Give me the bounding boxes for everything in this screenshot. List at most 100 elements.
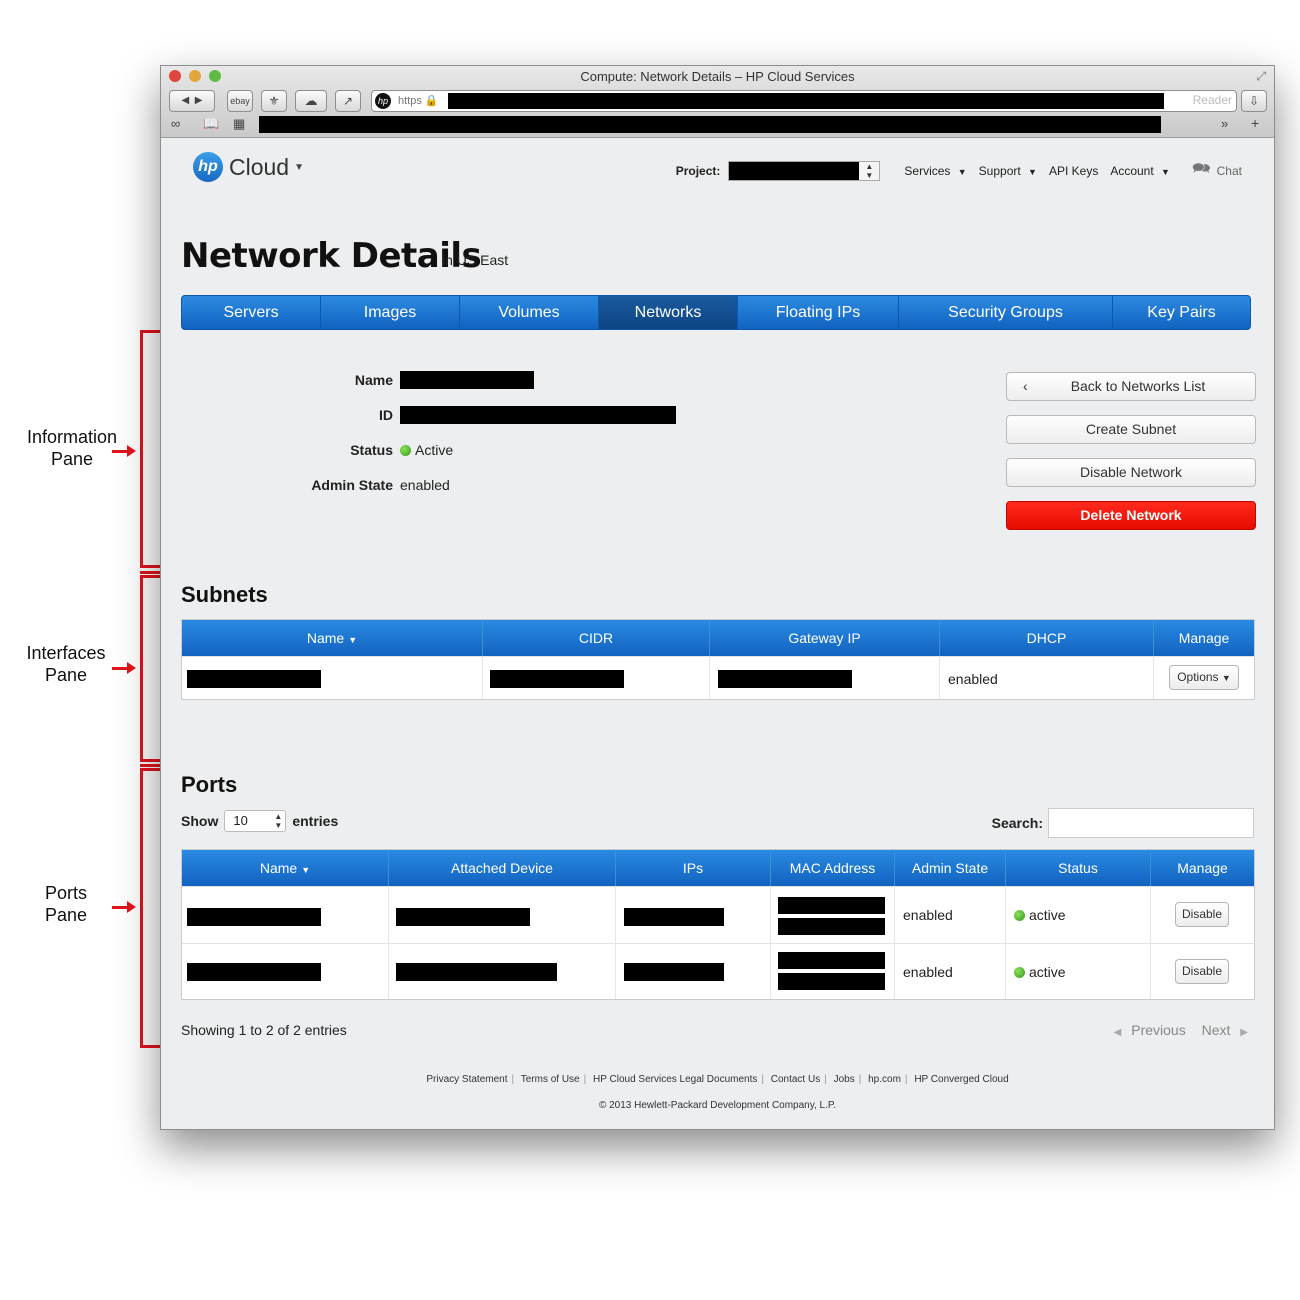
ports-pane-label-line1: Ports	[44, 883, 87, 903]
reading-list-icon[interactable]: ∞	[171, 116, 180, 131]
port-ips-redacted	[624, 908, 724, 926]
port-status-text: active	[1029, 964, 1066, 980]
ports-heading: Ports	[181, 772, 238, 797]
subnets-col-name[interactable]: Name ▼	[182, 620, 483, 656]
subnets-col-gateway-ip[interactable]: Gateway IP	[710, 620, 940, 656]
nav-services[interactable]: Services ▼	[904, 164, 966, 178]
tab-networks[interactable]: Networks	[599, 296, 738, 329]
disable-port-button[interactable]: Disable	[1175, 959, 1229, 984]
port-device-redacted	[396, 963, 557, 981]
nav-support[interactable]: Support ▼	[979, 164, 1037, 178]
nav-support-label: Support	[978, 163, 1021, 178]
footer-link-contact[interactable]: Contact Us	[771, 1074, 820, 1085]
port-name-cell	[182, 944, 389, 999]
back-to-networks-button[interactable]: ‹ Back to Networks List	[1006, 372, 1256, 401]
network-admin-state-value: enabled	[400, 477, 450, 493]
interfaces-pane-label: Interfaces Pane	[20, 642, 112, 686]
footer-link-jobs[interactable]: Jobs	[834, 1074, 855, 1085]
logo-caret-icon: ▼	[294, 161, 305, 173]
disable-port-button[interactable]: Disable	[1175, 902, 1229, 927]
page-region: in US East	[442, 252, 509, 268]
address-bar[interactable]: hp https 🔒 Reader	[371, 90, 1237, 112]
chat-link[interactable]: 🗪 Chat	[1192, 158, 1242, 183]
logo-text: Cloud	[229, 153, 290, 180]
ports-col-manage: Manage	[1177, 860, 1228, 876]
next-page-button[interactable]: Next ▶	[1196, 1022, 1248, 1038]
subnet-options-button[interactable]: Options ▼	[1169, 665, 1239, 690]
show-label: Show	[181, 813, 219, 829]
network-status-value: Active	[400, 442, 453, 458]
tab-security-groups[interactable]: Security Groups	[899, 296, 1113, 329]
ebay-bookmark-button[interactable]: ebay	[227, 90, 253, 112]
ports-col-attached-device[interactable]: Attached Device	[389, 850, 616, 886]
footer-link-privacy[interactable]: Privacy Statement	[426, 1074, 507, 1085]
nav-account[interactable]: Account ▼	[1110, 164, 1170, 178]
footer-link-legal[interactable]: HP Cloud Services Legal Documents	[593, 1074, 757, 1085]
subnet-dhcp-cell: enabled	[940, 657, 1154, 699]
project-label: Project:	[675, 163, 721, 178]
chevron-down-icon: ▼	[957, 166, 967, 177]
delete-network-button[interactable]: Delete Network	[1006, 501, 1256, 530]
disable-network-button[interactable]: Disable Network	[1006, 458, 1256, 487]
hp-cloud-logo[interactable]: hp Cloud ▼	[193, 150, 304, 184]
ports-col-mac-address[interactable]: MAC Address	[771, 850, 895, 886]
browser-window: Compute: Network Details – HP Cloud Serv…	[160, 65, 1275, 1130]
project-select[interactable]: ▲ ▼	[728, 160, 881, 181]
footer-link-converged-cloud[interactable]: HP Converged Cloud	[914, 1074, 1008, 1085]
subnet-cidr-cell	[483, 657, 710, 699]
tab-volumes[interactable]: Volumes	[460, 296, 599, 329]
search-input[interactable]	[1048, 808, 1254, 838]
footer-separator: |	[904, 1074, 908, 1085]
bookmarks-redacted	[259, 116, 1161, 133]
extension-icon[interactable]: ⚜	[261, 90, 287, 112]
create-subnet-button[interactable]: Create Subnet	[1006, 415, 1256, 444]
downloads-icon[interactable]: ⇩	[1241, 90, 1267, 112]
footer-link-terms[interactable]: Terms of Use	[521, 1074, 580, 1085]
ports-pane-label: Ports Pane	[20, 882, 112, 926]
port-mac-redacted	[778, 973, 885, 990]
tab-servers[interactable]: Servers	[182, 296, 321, 329]
ports-col-ips[interactable]: IPs	[616, 850, 771, 886]
chevron-down-icon: ▼	[1161, 166, 1170, 177]
share-icon[interactable]: ↗	[335, 90, 361, 112]
tab-key-pairs[interactable]: Key Pairs	[1113, 296, 1250, 329]
previous-page-button[interactable]: ◀ Previous	[1108, 1022, 1186, 1038]
interfaces-pane-label-line2: Pane	[44, 665, 88, 685]
back-forward-buttons[interactable]: ◀ ▶	[169, 90, 215, 112]
fullscreen-icon[interactable]: ⤢	[1256, 69, 1266, 84]
footer-link-hp[interactable]: hp.com	[868, 1074, 901, 1085]
page-content: hp Cloud ▼ Project: ▲ ▼ Services ▼ Suppor…	[161, 138, 1274, 1129]
reader-button[interactable]: Reader	[1193, 93, 1232, 107]
port-manage-cell: Disable	[1151, 944, 1254, 999]
port-status-value: active	[1014, 907, 1066, 923]
tab-floating-ips[interactable]: Floating IPs	[738, 296, 899, 329]
ports-col-admin-state[interactable]: Admin State	[895, 850, 1006, 886]
page-title: Network Details	[181, 236, 482, 276]
port-ips-cell	[616, 944, 771, 999]
top-navigation: Project: ▲ ▼ Services ▼ Support ▼ API Key…	[676, 158, 1242, 183]
port-ips-redacted	[624, 963, 724, 981]
more-bookmarks-icon[interactable]: »	[1221, 116, 1228, 131]
info-status-row: Status	[161, 442, 393, 462]
port-status-cell: active	[1006, 887, 1151, 943]
bookmarks-icon[interactable]: 📖	[203, 116, 219, 132]
nav-api-keys[interactable]: API Keys	[1049, 164, 1098, 178]
subnet-options-label: Options	[1177, 670, 1219, 684]
top-sites-icon[interactable]: ▦	[233, 116, 245, 132]
cloud-icon[interactable]: ☁	[295, 90, 327, 112]
nav-account-label: Account	[1110, 163, 1154, 178]
port-name-cell	[182, 887, 389, 943]
information-pane-arrow	[112, 445, 136, 457]
interfaces-pane-arrow	[112, 662, 136, 674]
entries-per-page-select[interactable]: 10 ▲ ▼	[224, 810, 287, 832]
network-name-value	[400, 371, 534, 389]
port-manage-cell: Disable	[1151, 887, 1254, 943]
ports-col-name[interactable]: Name ▼	[182, 850, 389, 886]
ports-col-status[interactable]: Status	[1006, 850, 1151, 886]
tab-images[interactable]: Images	[321, 296, 460, 329]
subnet-gateway-cell	[710, 657, 940, 699]
new-tab-icon[interactable]: +	[1251, 116, 1259, 130]
port-admin-state-cell: enabled	[895, 887, 1006, 943]
subnets-col-dhcp[interactable]: DHCP	[940, 620, 1154, 656]
subnets-col-cidr[interactable]: CIDR	[483, 620, 710, 656]
